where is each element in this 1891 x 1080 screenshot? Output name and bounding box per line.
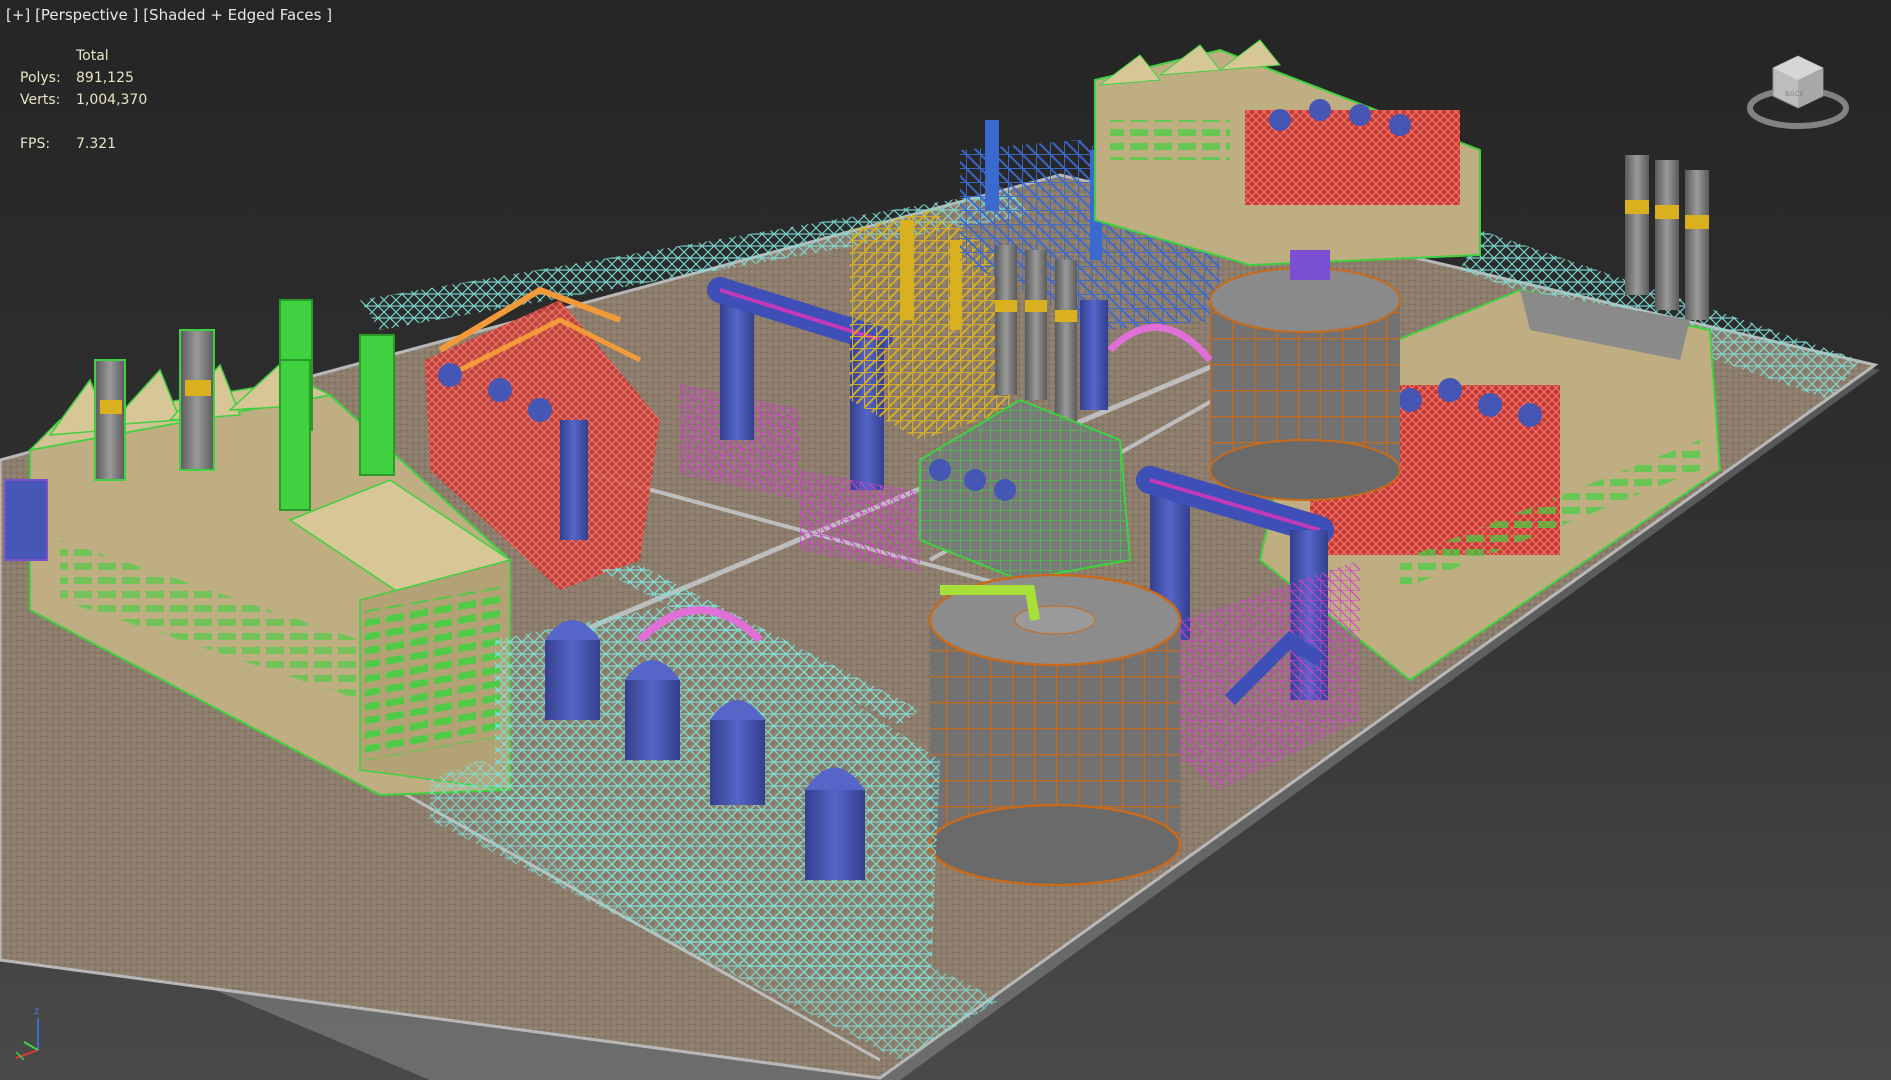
view-name-button[interactable]: [Perspective ]: [35, 6, 138, 24]
polys-value: 891,125: [76, 70, 134, 86]
small-block-left: [4, 479, 48, 561]
statistics-overlay: Total Polys: 891,125 Verts: 1,004,370 FPS:…: [20, 45, 147, 155]
axis-tripod-icon: z: [15, 1006, 39, 1061]
shading-mode-button[interactable]: [Shaded + Edged Faces ]: [143, 6, 332, 24]
polys-label: Polys:: [20, 70, 61, 86]
factory-scene[interactable]: [0, 0, 1891, 1080]
storage-tank-back: [1209, 250, 1401, 501]
factory-building-back: [1094, 39, 1481, 267]
storage-tank-front: [928, 573, 1182, 887]
viewcube-face-label: BACK: [1785, 90, 1804, 98]
viewcube-icon[interactable]: BACK: [1743, 46, 1853, 136]
verts-value: 1,004,370: [76, 92, 148, 108]
fps-value: 7.321: [76, 136, 117, 152]
stats-header: Total: [76, 48, 109, 64]
3d-viewport[interactable]: [+] [Perspective ] [Shaded + Edged Faces…: [0, 0, 1891, 1080]
viewport-menu-button[interactable]: [+]: [6, 6, 30, 24]
axis-z-label: z: [34, 1006, 39, 1017]
fps-label: FPS:: [20, 136, 51, 152]
verts-label: Verts:: [20, 92, 61, 108]
viewport-label: [+] [Perspective ] [Shaded + Edged Faces…: [6, 4, 332, 26]
